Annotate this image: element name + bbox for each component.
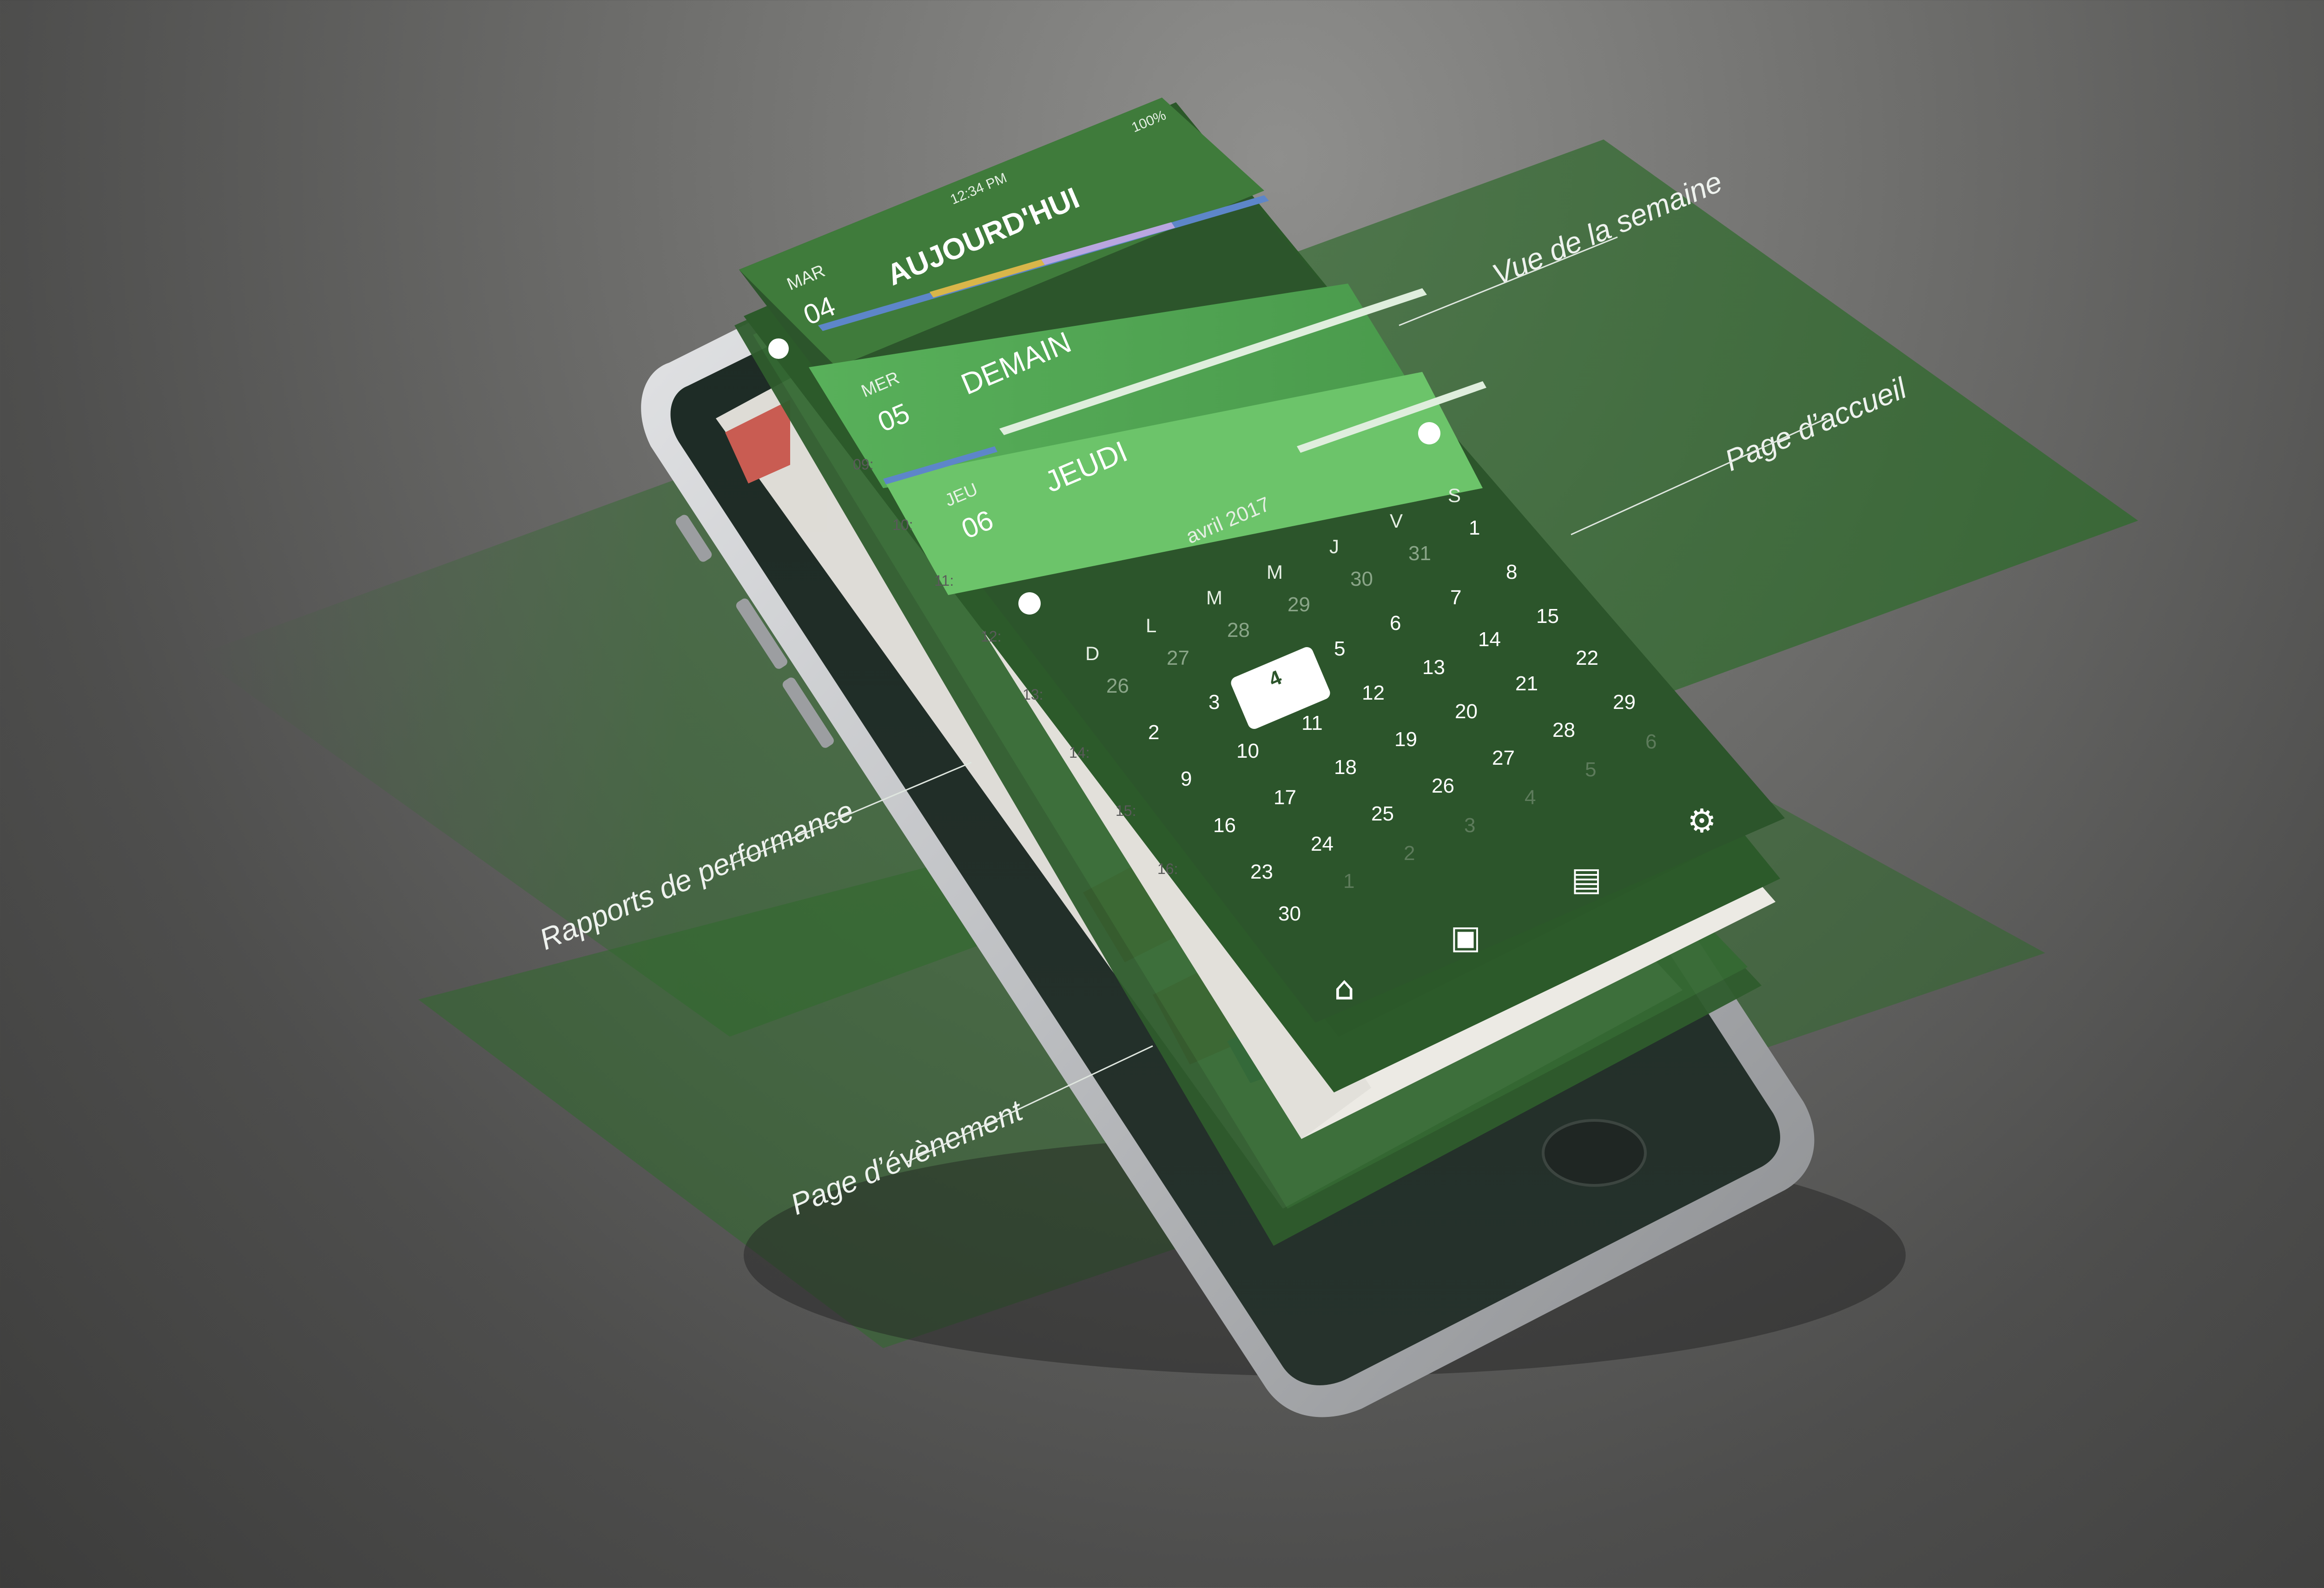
svg-text:J: J [1329,536,1339,557]
svg-text:7: 7 [1450,586,1461,609]
svg-text:17: 17 [1274,786,1296,809]
svg-text:13: 13 [1422,656,1445,679]
svg-text:L: L [1146,615,1156,636]
svg-text:16: 16 [1213,814,1236,837]
svg-text:14: 14 [1478,628,1501,651]
svg-text:27: 27 [1492,747,1515,769]
scene-svg: 12:34 PM 100% MAR 04 AUJOURD'HUI MER 05 … [195,98,2138,1417]
svg-text:22: 22 [1576,647,1598,669]
chevron-right-icon[interactable] [1418,422,1440,444]
svg-text:29: 29 [1613,691,1636,714]
svg-text:M: M [1206,587,1222,609]
svg-text:21: 21 [1515,672,1538,695]
svg-text:3: 3 [1208,691,1220,714]
svg-text:D: D [1085,642,1099,664]
svg-text:15: 15 [1536,605,1559,628]
svg-text:12: 12 [1362,682,1385,704]
mockup-scene: 12:34 PM 100% MAR 04 AUJOURD'HUI MER 05 … [0,0,2324,1588]
svg-text:27: 27 [1167,647,1189,669]
chevron-left-icon[interactable] [1018,592,1041,615]
svg-text:30: 30 [1350,568,1373,590]
svg-text:2: 2 [1404,842,1415,865]
svg-text:30: 30 [1278,902,1301,925]
chevron-left-icon[interactable] [768,338,789,359]
svg-text:1: 1 [1343,870,1354,893]
svg-text:19: 19 [1394,728,1417,751]
svg-text:5: 5 [1585,758,1596,781]
svg-text:6: 6 [1390,612,1401,635]
svg-text:2: 2 [1148,721,1159,744]
svg-text:5: 5 [1334,637,1345,660]
svg-text:25: 25 [1371,802,1394,825]
svg-text:3: 3 [1464,814,1475,837]
svg-text:16:: 16: [1157,860,1178,877]
svg-text:10:: 10: [892,516,913,533]
svg-text:14:: 14: [1069,744,1089,761]
home-button[interactable] [1542,1119,1647,1187]
svg-text:23: 23 [1250,860,1273,883]
home-icon: ⌂ [1334,969,1354,1007]
svg-text:11: 11 [1301,712,1323,734]
svg-text:12:: 12: [981,628,1001,645]
svg-text:31: 31 [1408,542,1431,565]
svg-text:28: 28 [1552,719,1575,741]
svg-text:V: V [1390,510,1403,532]
svg-text:29: 29 [1287,593,1310,616]
svg-text:26: 26 [1106,675,1129,697]
svg-text:10: 10 [1236,740,1259,762]
svg-text:18: 18 [1334,756,1357,779]
svg-text:13:: 13: [1023,686,1043,703]
svg-text:S: S [1448,484,1461,506]
svg-text:9: 9 [1181,768,1192,790]
svg-text:09:: 09: [853,456,873,473]
svg-text:15:: 15: [1116,802,1136,819]
gear-icon: ⚙ [1687,802,1717,840]
svg-text:26: 26 [1432,774,1454,797]
svg-text:20: 20 [1455,700,1478,723]
calendar-icon: ▣ [1450,918,1481,956]
document-icon: ▤ [1571,860,1602,898]
svg-text:4: 4 [1525,786,1536,809]
svg-text:8: 8 [1506,561,1517,583]
svg-text:11:: 11: [934,572,954,589]
svg-text:28: 28 [1227,619,1250,642]
svg-text:M: M [1267,561,1283,583]
svg-text:24: 24 [1311,833,1334,855]
svg-text:6: 6 [1645,730,1657,753]
svg-text:1: 1 [1469,516,1480,539]
